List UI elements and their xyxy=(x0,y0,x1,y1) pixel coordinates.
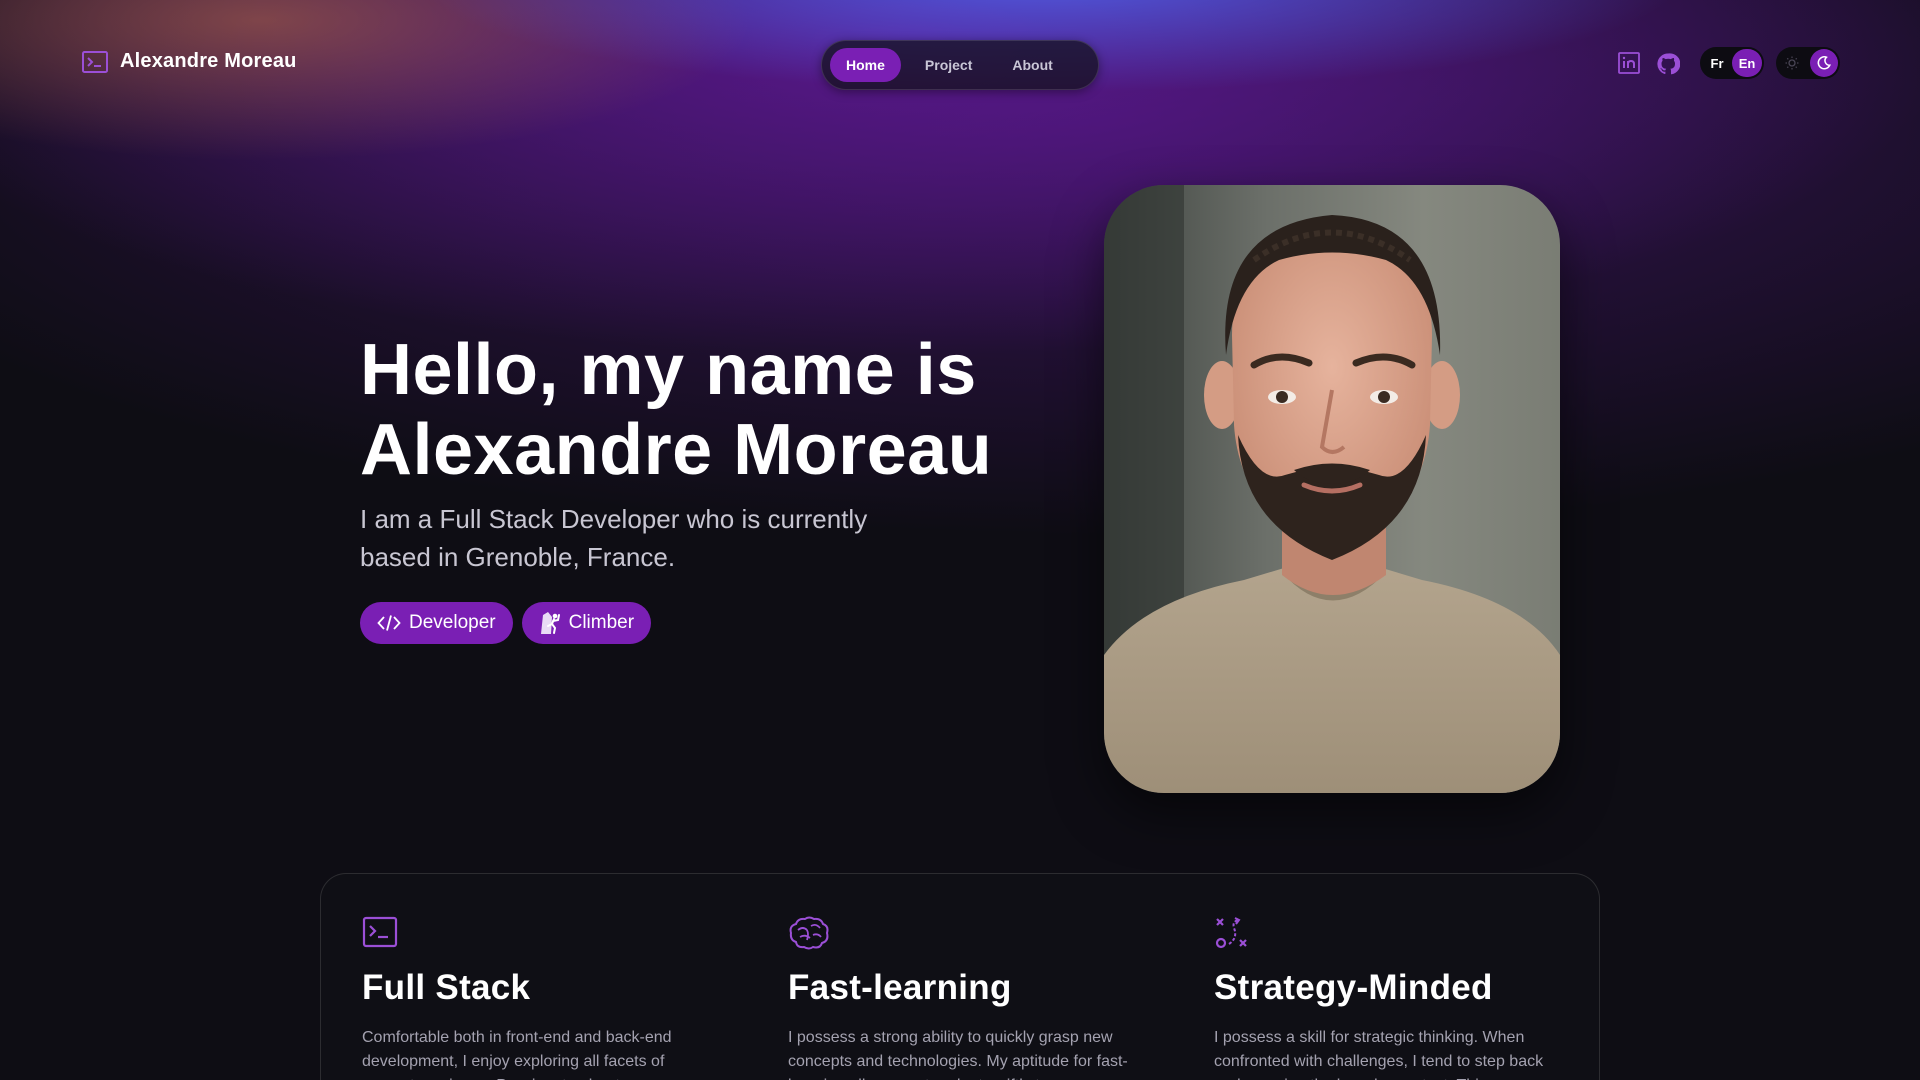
hero-title-line2: Alexandre Moreau xyxy=(360,410,993,490)
feature-text: Comfortable both in front-end and back-e… xyxy=(362,1029,672,1080)
nav-project[interactable]: Project xyxy=(909,48,988,82)
profile-photo xyxy=(1104,185,1560,793)
feature-title: Fast-learning xyxy=(788,968,1012,1007)
brand[interactable]: Alexandre Moreau xyxy=(82,50,297,73)
code-icon xyxy=(377,615,401,631)
hero-tags: Developer Climber xyxy=(360,602,652,644)
sun-icon[interactable] xyxy=(1778,49,1806,77)
language-toggle[interactable]: Fr En xyxy=(1700,47,1764,79)
feature-text: I possess a skill for strategic thinking… xyxy=(1214,1029,1544,1080)
main-nav: Home Project About xyxy=(821,40,1099,90)
brain-icon xyxy=(789,916,829,950)
linkedin-icon xyxy=(1618,52,1640,74)
feature-strategy-minded: Strategy-Minded I possess a skill for st… xyxy=(1214,916,1574,1080)
feature-title: Full Stack xyxy=(362,968,531,1007)
tag-developer-label: Developer xyxy=(409,612,496,633)
feature-title: Strategy-Minded xyxy=(1214,968,1493,1007)
tag-climber: Climber xyxy=(521,602,652,644)
hero-title: Hello, my name is Alexandre Moreau xyxy=(360,330,992,490)
nav-about[interactable]: About xyxy=(996,48,1068,82)
terminal-icon xyxy=(362,916,398,948)
climber-icon xyxy=(540,612,560,634)
github-link[interactable] xyxy=(1656,52,1680,76)
nav-home[interactable]: Home xyxy=(830,48,901,82)
feature-text: I possess a strong ability to quickly gr… xyxy=(788,1029,1128,1080)
terminal-icon xyxy=(82,50,108,73)
hero-subtitle: I am a Full Stack Developer who is curre… xyxy=(360,504,868,572)
theme-toggle[interactable] xyxy=(1776,47,1840,79)
moon-icon[interactable] xyxy=(1810,49,1838,77)
lang-en[interactable]: En xyxy=(1732,49,1762,77)
github-icon xyxy=(1657,53,1680,75)
linkedin-link[interactable] xyxy=(1618,52,1640,74)
tag-climber-label: Climber xyxy=(568,612,635,633)
feature-fast-learning: Fast-learning I possess a strong ability… xyxy=(788,916,1148,1080)
tag-developer: Developer xyxy=(360,602,513,644)
hero-title-line1: Hello, my name is xyxy=(360,330,977,410)
strategy-icon xyxy=(1215,917,1247,949)
feature-full-stack: Full Stack Comfortable both in front-end… xyxy=(362,916,722,1080)
features-card: Full Stack Comfortable both in front-end… xyxy=(320,873,1600,1080)
lang-fr[interactable]: Fr xyxy=(1702,49,1732,77)
brand-name: Alexandre Moreau xyxy=(120,50,297,72)
